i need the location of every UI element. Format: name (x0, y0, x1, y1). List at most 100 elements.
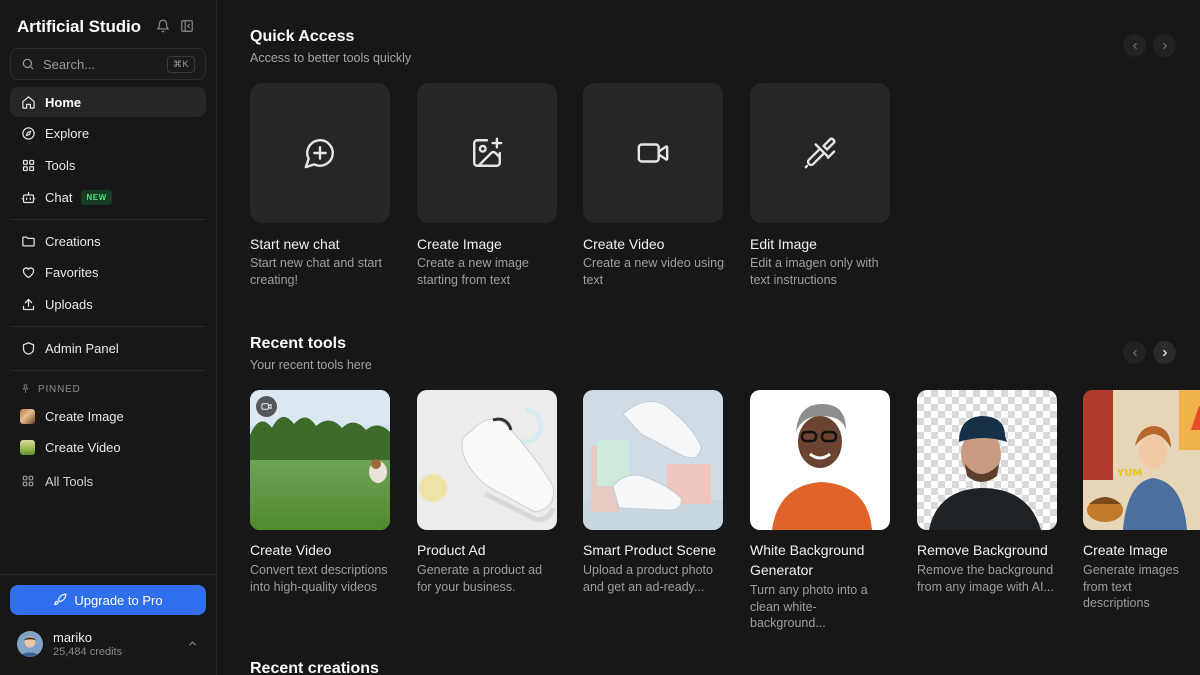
grid-icon (20, 473, 36, 489)
divider (0, 574, 217, 575)
pinned-create-image[interactable]: Create Image (10, 401, 206, 431)
pinned-thumbnail (20, 439, 35, 455)
quick-card-desc: Create a new video using text (583, 256, 725, 287)
image-plus-icon (470, 136, 504, 170)
grid-icon (20, 157, 36, 173)
brand-name: Artificial Studio (17, 17, 141, 36)
chevron-right-icon (1162, 349, 1167, 356)
quick-card-title: Start new chat (250, 236, 340, 252)
chevron-right-icon (1162, 42, 1167, 49)
tool-card-create-image[interactable]: YUM (1083, 390, 1200, 530)
pop-art-image: YUM (1083, 390, 1200, 530)
search-box[interactable]: ⌘K (10, 48, 206, 80)
rocket-icon (53, 593, 67, 607)
bell-icon[interactable] (155, 18, 171, 34)
pinned-create-video[interactable]: Create Video (10, 432, 206, 462)
recent-tools-subtitle: Your recent tools here (250, 358, 372, 372)
user-credits: 25,484 credits (53, 645, 123, 658)
quick-card-title: Create Image (417, 236, 502, 252)
nav-label: Explore (45, 125, 90, 141)
home-icon (20, 94, 36, 110)
product-scene-image (583, 390, 723, 530)
nav-label: Tools (45, 157, 76, 173)
tool-card-title: Create Image (1083, 542, 1168, 558)
nav-tools[interactable]: Tools (10, 150, 206, 180)
recent-tools-title: Recent tools (250, 335, 347, 352)
pinned-label: PINNED (38, 383, 81, 395)
shield-icon (20, 340, 36, 356)
compass-icon (20, 125, 36, 141)
quick-card-desc: Create a new image starting from text (417, 256, 529, 287)
quick-card-edit-image[interactable] (750, 83, 890, 223)
tool-card-desc: Generate a product ad for your business. (417, 563, 543, 594)
quick-access-title: Quick Access (250, 28, 355, 45)
tool-card-remove-background[interactable] (917, 390, 1057, 530)
all-tools-link[interactable]: All Tools (10, 466, 206, 496)
quick-card-start-chat[interactable] (250, 83, 390, 223)
tool-card-smart-product-scene[interactable] (583, 390, 723, 530)
nav-explore[interactable]: Explore (10, 118, 206, 148)
pin-icon (20, 383, 32, 395)
quick-card-desc: Edit a imagen only with text instruction… (750, 256, 879, 287)
tool-card-white-background-generator[interactable] (750, 390, 890, 530)
tool-card-desc: Convert text descriptions into high-qual… (250, 563, 388, 594)
tool-card-desc: Remove the background from any image wit… (917, 563, 1054, 594)
nav-label: All Tools (45, 473, 94, 489)
video-camera-icon (636, 136, 670, 170)
quick-access-next-button[interactable] (1153, 34, 1176, 57)
quick-card-desc: Start new chat and start creating! (250, 256, 383, 287)
chat-plus-icon (303, 136, 337, 170)
folder-icon (20, 233, 36, 249)
recent-tools-next-button[interactable] (1153, 341, 1176, 364)
chevron-left-icon (1132, 349, 1137, 356)
tool-card-title: Product Ad (417, 542, 486, 558)
video-badge-icon (256, 396, 277, 417)
nav-favorites[interactable]: Favorites (10, 257, 206, 287)
divider (10, 326, 206, 327)
tool-card-desc: Turn any photo into a clean white-backgr… (750, 583, 868, 630)
tool-card-create-video[interactable] (250, 390, 390, 530)
heart-icon (20, 264, 36, 280)
recent-creations-title: Recent creations (250, 660, 379, 675)
avatar (17, 631, 43, 657)
user-menu[interactable]: mariko 25,484 credits (17, 629, 207, 659)
tool-card-title: Remove Background (917, 542, 1048, 558)
divider (10, 219, 206, 220)
nav-admin-panel[interactable]: Admin Panel (10, 333, 206, 363)
quick-card-title: Edit Image (750, 236, 817, 252)
tool-card-title: Create Video (250, 542, 332, 558)
nav-uploads[interactable]: Uploads (10, 289, 206, 319)
nav-label: Creations (45, 233, 101, 249)
svg-text:YUM: YUM (1116, 468, 1142, 479)
quick-card-create-video[interactable] (583, 83, 723, 223)
nav-chat[interactable]: Chat NEW (10, 182, 206, 212)
search-icon (21, 57, 35, 71)
quick-access-subtitle: Access to better tools quickly (250, 51, 412, 65)
sidebar-toggle-icon[interactable] (179, 18, 195, 34)
chevron-left-icon (1132, 42, 1137, 49)
nav-label: Create Image (45, 408, 124, 424)
nav-label: Create Video (45, 439, 121, 455)
divider (10, 370, 206, 371)
portrait-woman-image (750, 390, 890, 530)
search-input[interactable] (43, 56, 163, 72)
tool-card-title: Smart Product Scene (583, 542, 717, 558)
nav-label: Chat (45, 189, 73, 205)
quick-access-prev-button[interactable] (1123, 34, 1146, 57)
pinned-header: PINNED (20, 383, 81, 395)
portrait-man-image (917, 390, 1057, 530)
quick-card-create-image[interactable] (417, 83, 557, 223)
nav-creations[interactable]: Creations (10, 226, 206, 256)
new-badge: NEW (81, 189, 112, 205)
nav-label: Uploads (45, 296, 93, 312)
tool-card-product-ad[interactable] (417, 390, 557, 530)
upgrade-button[interactable]: Upgrade to Pro (10, 585, 206, 615)
chevron-up-icon (187, 638, 199, 650)
sneaker-image (417, 390, 557, 530)
recent-tools-prev-button[interactable] (1123, 341, 1146, 364)
nav-label: Favorites (45, 264, 99, 280)
user-name: mariko (53, 629, 93, 645)
nav-home[interactable]: Home (10, 87, 206, 117)
upload-icon (20, 296, 36, 312)
search-shortcut: ⌘K (166, 56, 195, 73)
